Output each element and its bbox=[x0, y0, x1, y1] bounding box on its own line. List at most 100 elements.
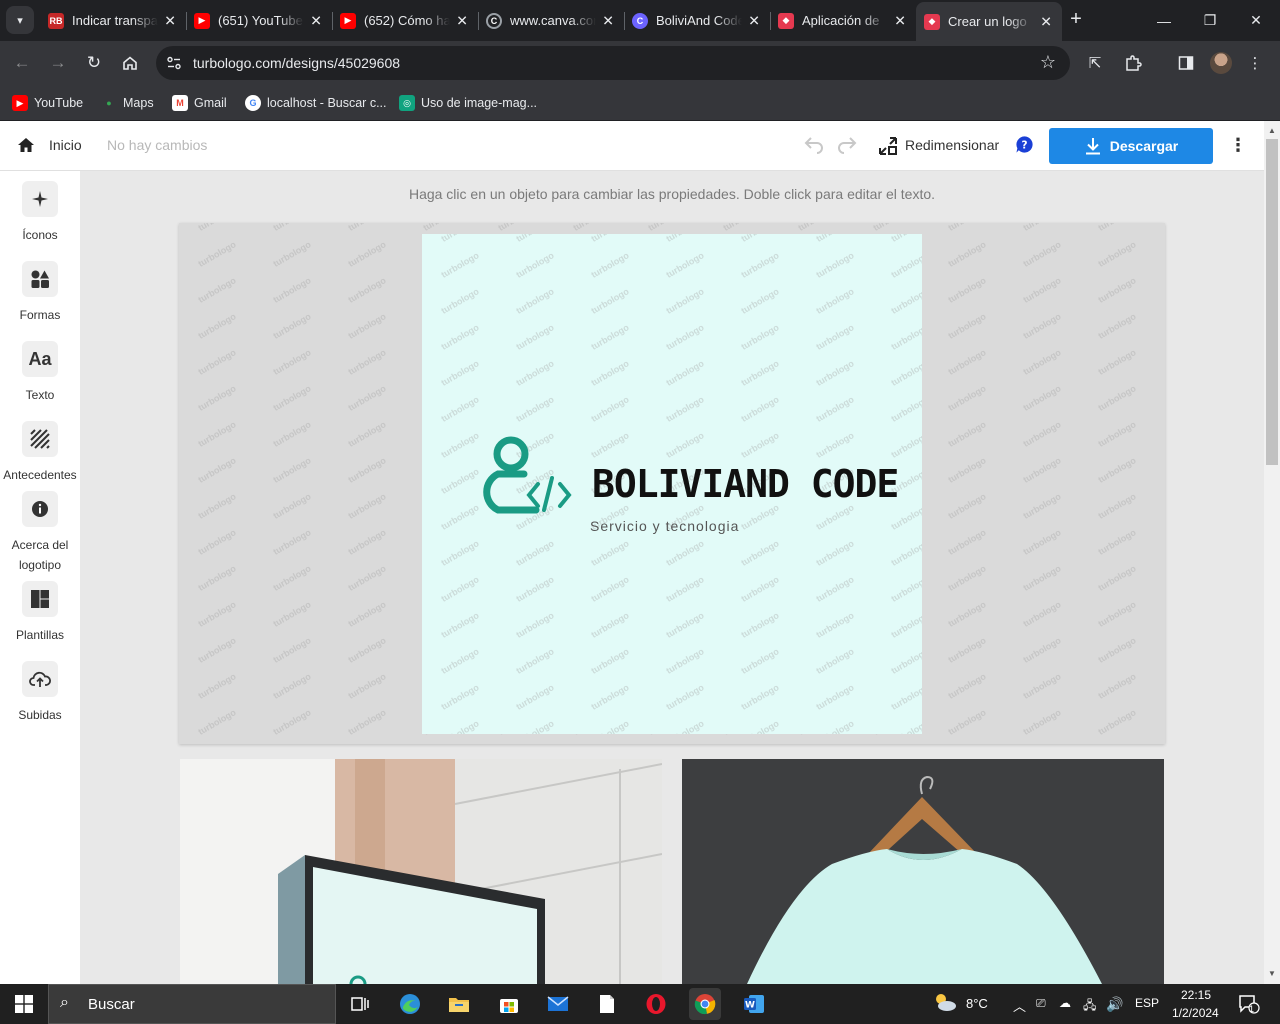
browser-tab[interactable]: ◆ Crear un logo ✕ bbox=[916, 2, 1062, 41]
weather-partly-cloudy-icon[interactable] bbox=[932, 991, 958, 1013]
taskbar-search-label[interactable]: Buscar bbox=[88, 996, 135, 1013]
watermark-text: turbologo bbox=[664, 646, 706, 676]
tshirt-mockup-preview[interactable] bbox=[682, 759, 1164, 984]
home-link[interactable]: Inicio bbox=[49, 137, 82, 153]
bookmark-item[interactable]: M Gmail bbox=[172, 93, 227, 113]
sidebar-item-1[interactable]: Íconos bbox=[0, 181, 80, 245]
sidebar-item-2[interactable]: Formas bbox=[0, 261, 80, 325]
undo-icon[interactable] bbox=[802, 134, 826, 158]
tab-close-icon[interactable]: ✕ bbox=[456, 12, 468, 29]
sidebar-item-6[interactable]: Plantillas bbox=[0, 581, 80, 645]
tab-title: (652) Cómo hacer bbox=[364, 13, 450, 28]
sidebar-item-7[interactable]: Subidas bbox=[0, 661, 80, 725]
clock-time[interactable]: 22:15 bbox=[1181, 988, 1211, 1002]
sidebar-item-3[interactable]: Aa Texto bbox=[0, 341, 80, 405]
meet-now-icon[interactable]: ⎚ bbox=[1036, 996, 1046, 1011]
svg-text:?: ? bbox=[1021, 139, 1027, 151]
bookmark-item[interactable]: ▶ YouTube bbox=[12, 93, 83, 113]
reload-button[interactable]: ↻ bbox=[80, 49, 108, 77]
word-icon[interactable]: W bbox=[738, 988, 770, 1020]
redo-icon[interactable] bbox=[835, 134, 859, 158]
watermark-text: turbologo bbox=[1021, 563, 1063, 593]
tab-close-icon[interactable]: ✕ bbox=[1040, 13, 1052, 30]
extension-cursor-icon[interactable]: ⇱ bbox=[1083, 51, 1107, 75]
bookmark-item[interactable]: Glocalhost - Buscar c... bbox=[245, 93, 387, 113]
tab-close-icon[interactable]: ✕ bbox=[748, 12, 760, 29]
new-tab-button[interactable]: + bbox=[1064, 8, 1088, 32]
scroll-up-icon[interactable]: ▲ bbox=[1264, 123, 1280, 139]
url-text[interactable]: turbologo.com/designs/45029608 bbox=[193, 55, 400, 71]
bookmark-item[interactable]: ◎ Uso de image-mag... bbox=[399, 93, 537, 113]
opera-icon[interactable] bbox=[640, 988, 672, 1020]
browser-tab[interactable]: ◆ Aplicación de ✕ bbox=[770, 4, 916, 37]
address-bar[interactable]: turbologo.com/designs/45029608 ☆ bbox=[156, 46, 1070, 80]
weather-temperature[interactable]: 8°C bbox=[966, 996, 988, 1011]
watermark-text: turbologo bbox=[589, 322, 631, 352]
browser-tab[interactable]: Cwww.canva.com ✕ bbox=[478, 4, 624, 37]
edge-icon[interactable] bbox=[394, 988, 426, 1020]
watermark-text: turbologo bbox=[814, 322, 856, 352]
chevron-down-icon: ▾ bbox=[17, 14, 23, 27]
logo-tagline-text[interactable]: Servicio y tecnologia bbox=[590, 518, 739, 534]
notepad-icon[interactable] bbox=[591, 988, 623, 1020]
watermark-text: turbologo bbox=[889, 358, 922, 388]
resize-icon[interactable] bbox=[877, 135, 899, 157]
scrollbar-thumb[interactable] bbox=[1266, 139, 1278, 465]
profile-avatar[interactable] bbox=[1210, 52, 1232, 74]
minimize-button[interactable]: — bbox=[1141, 0, 1187, 41]
watermark-text: turbologo bbox=[439, 538, 481, 568]
logo-name-text[interactable]: BOLIVIAND CODE bbox=[592, 462, 899, 506]
volume-icon[interactable]: 🔊 bbox=[1106, 996, 1123, 1013]
person-code-logo-mark[interactable] bbox=[474, 434, 584, 516]
watermark-text: turbologo bbox=[739, 358, 781, 388]
task-view-icon[interactable] bbox=[344, 988, 376, 1020]
resize-button[interactable]: Redimensionar bbox=[905, 137, 999, 153]
language-indicator[interactable]: ESP bbox=[1135, 996, 1159, 1010]
watermark-text: turbologo bbox=[889, 234, 922, 244]
bookmark-label: YouTube bbox=[34, 96, 84, 110]
browser-menu-icon[interactable]: ⋮ bbox=[1243, 51, 1267, 75]
scroll-down-icon[interactable]: ▼ bbox=[1264, 966, 1280, 982]
forward-button[interactable]: → bbox=[44, 49, 72, 77]
watermark-text: turbologo bbox=[196, 419, 238, 449]
more-options-icon[interactable]: ⋮ bbox=[1228, 135, 1248, 157]
chrome-taskbar-icon[interactable] bbox=[689, 988, 721, 1020]
browser-tab[interactable]: ▶ (651) YouTube ✕ bbox=[186, 4, 332, 37]
watermark-text: turbologo bbox=[946, 347, 988, 377]
restore-icon: ❐ bbox=[1203, 12, 1217, 28]
windows-start-icon[interactable] bbox=[15, 995, 33, 1013]
bookmark-star-icon[interactable]: ☆ bbox=[1040, 52, 1056, 73]
file-explorer-icon[interactable] bbox=[443, 988, 475, 1020]
sidebar-item-5[interactable]: Acerca del logotipo bbox=[0, 491, 80, 575]
network-icon[interactable]: 🖧 bbox=[1083, 996, 1096, 1017]
signboard-mockup-preview[interactable] bbox=[180, 759, 662, 984]
side-panel-icon[interactable] bbox=[1174, 51, 1198, 75]
watermark-text: turbologo bbox=[589, 286, 631, 316]
watermark-text: turbologo bbox=[589, 610, 631, 640]
help-chat-icon[interactable]: ? bbox=[1015, 135, 1034, 154]
back-button[interactable]: ← bbox=[8, 49, 36, 77]
tab-close-icon[interactable]: ✕ bbox=[164, 12, 176, 29]
tab-search-button[interactable]: ▾ bbox=[6, 6, 34, 34]
tray-chevron-up-icon[interactable]: ︿ bbox=[1013, 996, 1026, 1015]
mail-icon[interactable] bbox=[542, 988, 574, 1020]
browser-tab[interactable]: RB Indicar transparencia ✕ bbox=[40, 4, 186, 37]
tab-close-icon[interactable]: ✕ bbox=[310, 12, 322, 29]
clock-date[interactable]: 1/2/2024 bbox=[1172, 1006, 1219, 1020]
watermark-text: turbologo bbox=[739, 646, 781, 676]
browser-tab[interactable]: ▶ (652) Cómo hacer ✕ bbox=[332, 4, 478, 37]
home-button[interactable] bbox=[116, 49, 144, 77]
bookmark-item[interactable]: ● Maps bbox=[101, 93, 153, 113]
download-button[interactable]: Descargar bbox=[1049, 128, 1213, 164]
tab-close-icon[interactable]: ✕ bbox=[602, 12, 614, 29]
onedrive-icon[interactable]: ☁ bbox=[1059, 996, 1071, 1010]
extensions-puzzle-icon[interactable] bbox=[1121, 51, 1145, 75]
home-icon[interactable] bbox=[16, 135, 36, 155]
close-window-button[interactable]: ✕ bbox=[1233, 0, 1279, 41]
browser-tab[interactable]: C BoliviAnd Code ✕ bbox=[624, 4, 770, 37]
microsoft-store-icon[interactable] bbox=[493, 988, 525, 1020]
tab-close-icon[interactable]: ✕ bbox=[894, 12, 906, 29]
logo-artboard[interactable]: turbologo turbologo turbologo turbologo turb… bbox=[422, 234, 922, 734]
sidebar-item-4[interactable]: Antecedentes bbox=[0, 421, 80, 485]
restore-button[interactable]: ❐ bbox=[1187, 0, 1233, 41]
